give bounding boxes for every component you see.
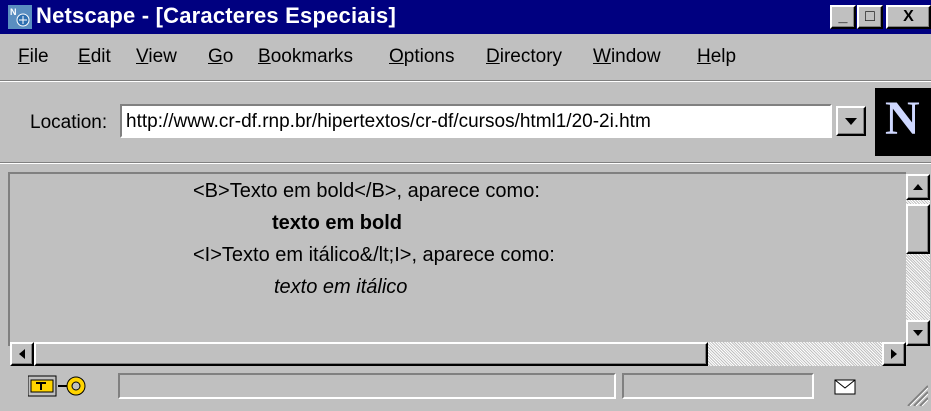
horizontal-scroll-thumb[interactable] [34, 342, 708, 366]
arrow-down-icon [913, 330, 923, 336]
location-label: Location: [30, 112, 108, 133]
content-divider [0, 162, 931, 164]
vertical-scroll-thumb[interactable] [906, 204, 930, 254]
content-line-bold-tag: <B>Texto em bold</B>, aparece como: [193, 180, 540, 202]
location-input[interactable]: http://www.cr-df.rnp.br/hipertextos/cr-d… [120, 104, 832, 138]
menu-directory[interactable]: Directory [486, 46, 562, 68]
netscape-logo[interactable]: N [875, 88, 931, 156]
maximize-icon: □ [865, 8, 875, 25]
menu-go[interactable]: Go [208, 46, 233, 68]
close-button[interactable]: X [886, 5, 931, 29]
toolbar-divider [0, 80, 931, 82]
content-line-bold-example: texto em bold [272, 212, 403, 234]
menu-help[interactable]: Help [697, 46, 736, 68]
resize-grip[interactable] [900, 380, 929, 407]
mail-envelope-icon[interactable] [834, 378, 856, 396]
menu-bar: File Edit View Go Bookmarks Options Dire… [0, 34, 931, 76]
location-dropdown-button[interactable] [836, 106, 866, 136]
horizontal-scroll-track[interactable] [708, 342, 882, 366]
scroll-left-button[interactable] [10, 342, 34, 366]
arrow-right-icon [891, 349, 897, 359]
scroll-right-button[interactable] [882, 342, 906, 366]
vertical-scroll-track[interactable] [906, 200, 930, 320]
page-content: <B>Texto em bold</B>, aparece como: text… [8, 172, 906, 346]
status-bar [0, 368, 931, 407]
location-url[interactable]: http://www.cr-df.rnp.br/hipertextos/cr-d… [126, 111, 651, 133]
minimize-icon: _ [838, 8, 848, 25]
maximize-button[interactable]: □ [857, 5, 883, 29]
vertical-scrollbar[interactable] [906, 174, 931, 346]
menu-window[interactable]: Window [593, 46, 661, 68]
content-line-italic-example: texto em itálico [274, 276, 408, 298]
horizontal-scrollbar[interactable] [10, 342, 906, 366]
window-title: Netscape - [Caracteres Especiais] [36, 3, 397, 28]
logo-letter: N [885, 92, 920, 145]
menu-bookmarks[interactable]: Bookmarks [258, 46, 353, 68]
menu-file[interactable]: File [18, 46, 49, 68]
menu-options[interactable]: Options [389, 46, 454, 68]
content-line-italic-tag: <I>Texto em itálico&/lt;I>, aparece como… [193, 244, 555, 266]
status-progress-panel [622, 373, 814, 399]
arrow-up-icon [913, 184, 923, 190]
arrow-left-icon [19, 349, 25, 359]
scroll-up-button[interactable] [906, 174, 930, 200]
security-key-icon[interactable] [27, 374, 98, 398]
chevron-down-icon [845, 118, 857, 125]
close-icon: X [903, 8, 914, 25]
status-message-panel [118, 373, 616, 399]
scroll-down-button[interactable] [906, 320, 930, 346]
menu-edit[interactable]: Edit [78, 46, 111, 68]
svg-text:N: N [10, 7, 17, 17]
title-bar[interactable]: N Netscape - [Caracteres Especiais] _ □ … [0, 0, 931, 34]
menu-view[interactable]: View [136, 46, 177, 68]
netscape-app-icon[interactable]: N [8, 5, 32, 29]
minimize-button[interactable]: _ [830, 5, 856, 29]
